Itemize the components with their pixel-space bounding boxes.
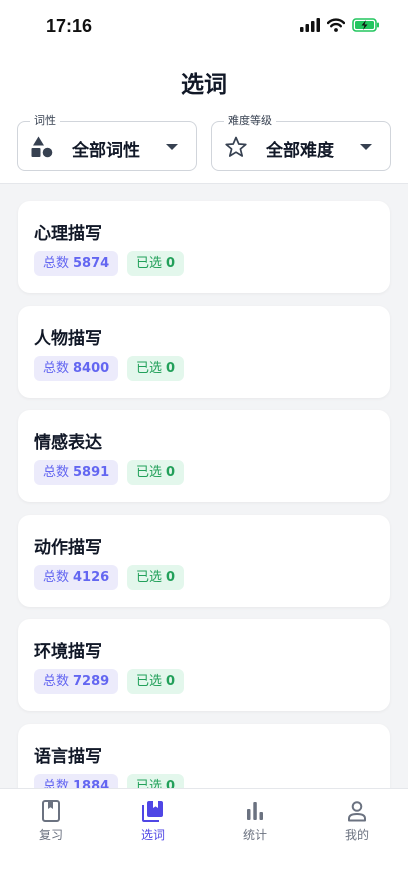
dropdown-caret-icon [166, 144, 178, 150]
category-card[interactable]: 环境描写 总数 7289 已选 0 [18, 619, 390, 711]
status-time: 17:16 [46, 16, 93, 36]
bottom-tab-bar: 复习 选词 统计 我的 [0, 788, 408, 883]
selected-count-badge: 已选 0 [127, 460, 185, 485]
selected-count: 0 [166, 674, 176, 689]
status-bar: 17:16 [0, 0, 408, 54]
filter-value: 全部词性 [72, 141, 140, 161]
total-count-badge: 总数 4126 [34, 564, 119, 590]
selected-count-badge: 已选 0 [127, 251, 185, 276]
filter-value: 全部难度 [266, 141, 334, 161]
total-label: 总数 [43, 569, 70, 585]
selected-count-badge: 已选 0 [127, 564, 185, 590]
part-of-speech-filter[interactable]: 词性 全部词性 [17, 114, 197, 171]
category-title: 人物描写 [34, 328, 102, 349]
selected-count-badge: 已选 0 [127, 355, 185, 381]
selected-label: 已选 [136, 256, 163, 271]
selected-count: 0 [166, 256, 176, 271]
battery-charging-icon [352, 18, 379, 32]
selected-count: 0 [166, 465, 176, 480]
total-label: 总数 [43, 465, 70, 480]
header: 选词 词性 全部词性 难度等级 全部难度 [0, 54, 408, 184]
tab-label: 我的 [344, 828, 369, 842]
total-count: 7289 [73, 674, 110, 689]
filter-legend: 难度等级 [224, 114, 276, 128]
tab-label: 复习 [38, 828, 63, 842]
category-title: 情感表达 [34, 433, 102, 453]
difficulty-filter[interactable]: 难度等级 全部难度 [211, 114, 391, 171]
category-card[interactable]: 人物描写 总数 8400 已选 0 [18, 305, 390, 398]
person-icon [348, 801, 366, 822]
category-title: 语言描写 [34, 746, 102, 767]
tab-label: 选词 [140, 828, 165, 842]
book-icon [42, 800, 60, 822]
selected-count-badge: 已选 0 [127, 669, 185, 694]
category-title: 心理描写 [34, 224, 102, 244]
selected-count: 0 [166, 360, 176, 376]
bar-chart-icon [247, 802, 263, 820]
library-books-icon [142, 801, 163, 822]
selected-label: 已选 [136, 674, 163, 689]
total-count-badge: 总数 8400 [34, 355, 119, 381]
tab-statistics[interactable]: 统计 [215, 799, 295, 843]
category-list: 心理描写 总数 5874 已选 0 人物描写 总数 8400 已选 0 情感表达 总数 5… [18, 201, 390, 828]
selected-count: 0 [166, 569, 176, 585]
total-count: 5874 [73, 256, 110, 271]
total-count-badge: 总数 7289 [34, 669, 119, 694]
cellular-signal-icon [300, 18, 320, 32]
wifi-icon [327, 18, 345, 32]
total-label: 总数 [43, 360, 70, 376]
selected-label: 已选 [136, 569, 163, 585]
page-title: 选词 [181, 72, 227, 98]
shapes-icon [31, 136, 53, 158]
total-count: 4126 [73, 569, 110, 585]
tab-review[interactable]: 复习 [11, 799, 91, 843]
total-label: 总数 [43, 674, 70, 689]
total-count: 5891 [73, 465, 110, 480]
star-outline-icon [225, 136, 247, 157]
selected-label: 已选 [136, 465, 163, 480]
total-count-badge: 总数 5891 [34, 460, 119, 485]
category-card[interactable]: 心理描写 总数 5874 已选 0 [18, 201, 390, 293]
selected-label: 已选 [136, 360, 163, 376]
dropdown-caret-icon [360, 144, 372, 150]
total-label: 总数 [43, 256, 70, 271]
category-title: 动作描写 [34, 537, 102, 558]
filter-legend: 词性 [30, 114, 60, 128]
category-title: 环境描写 [34, 642, 102, 662]
category-card[interactable]: 动作描写 总数 4126 已选 0 [18, 514, 390, 607]
total-count: 8400 [73, 360, 110, 376]
total-count-badge: 总数 5874 [34, 251, 119, 276]
tab-profile[interactable]: 我的 [317, 799, 397, 843]
status-icons [300, 18, 380, 32]
tab-select-words[interactable]: 选词 [113, 799, 193, 843]
tab-label: 统计 [242, 828, 267, 842]
category-card[interactable]: 情感表达 总数 5891 已选 0 [18, 410, 390, 502]
